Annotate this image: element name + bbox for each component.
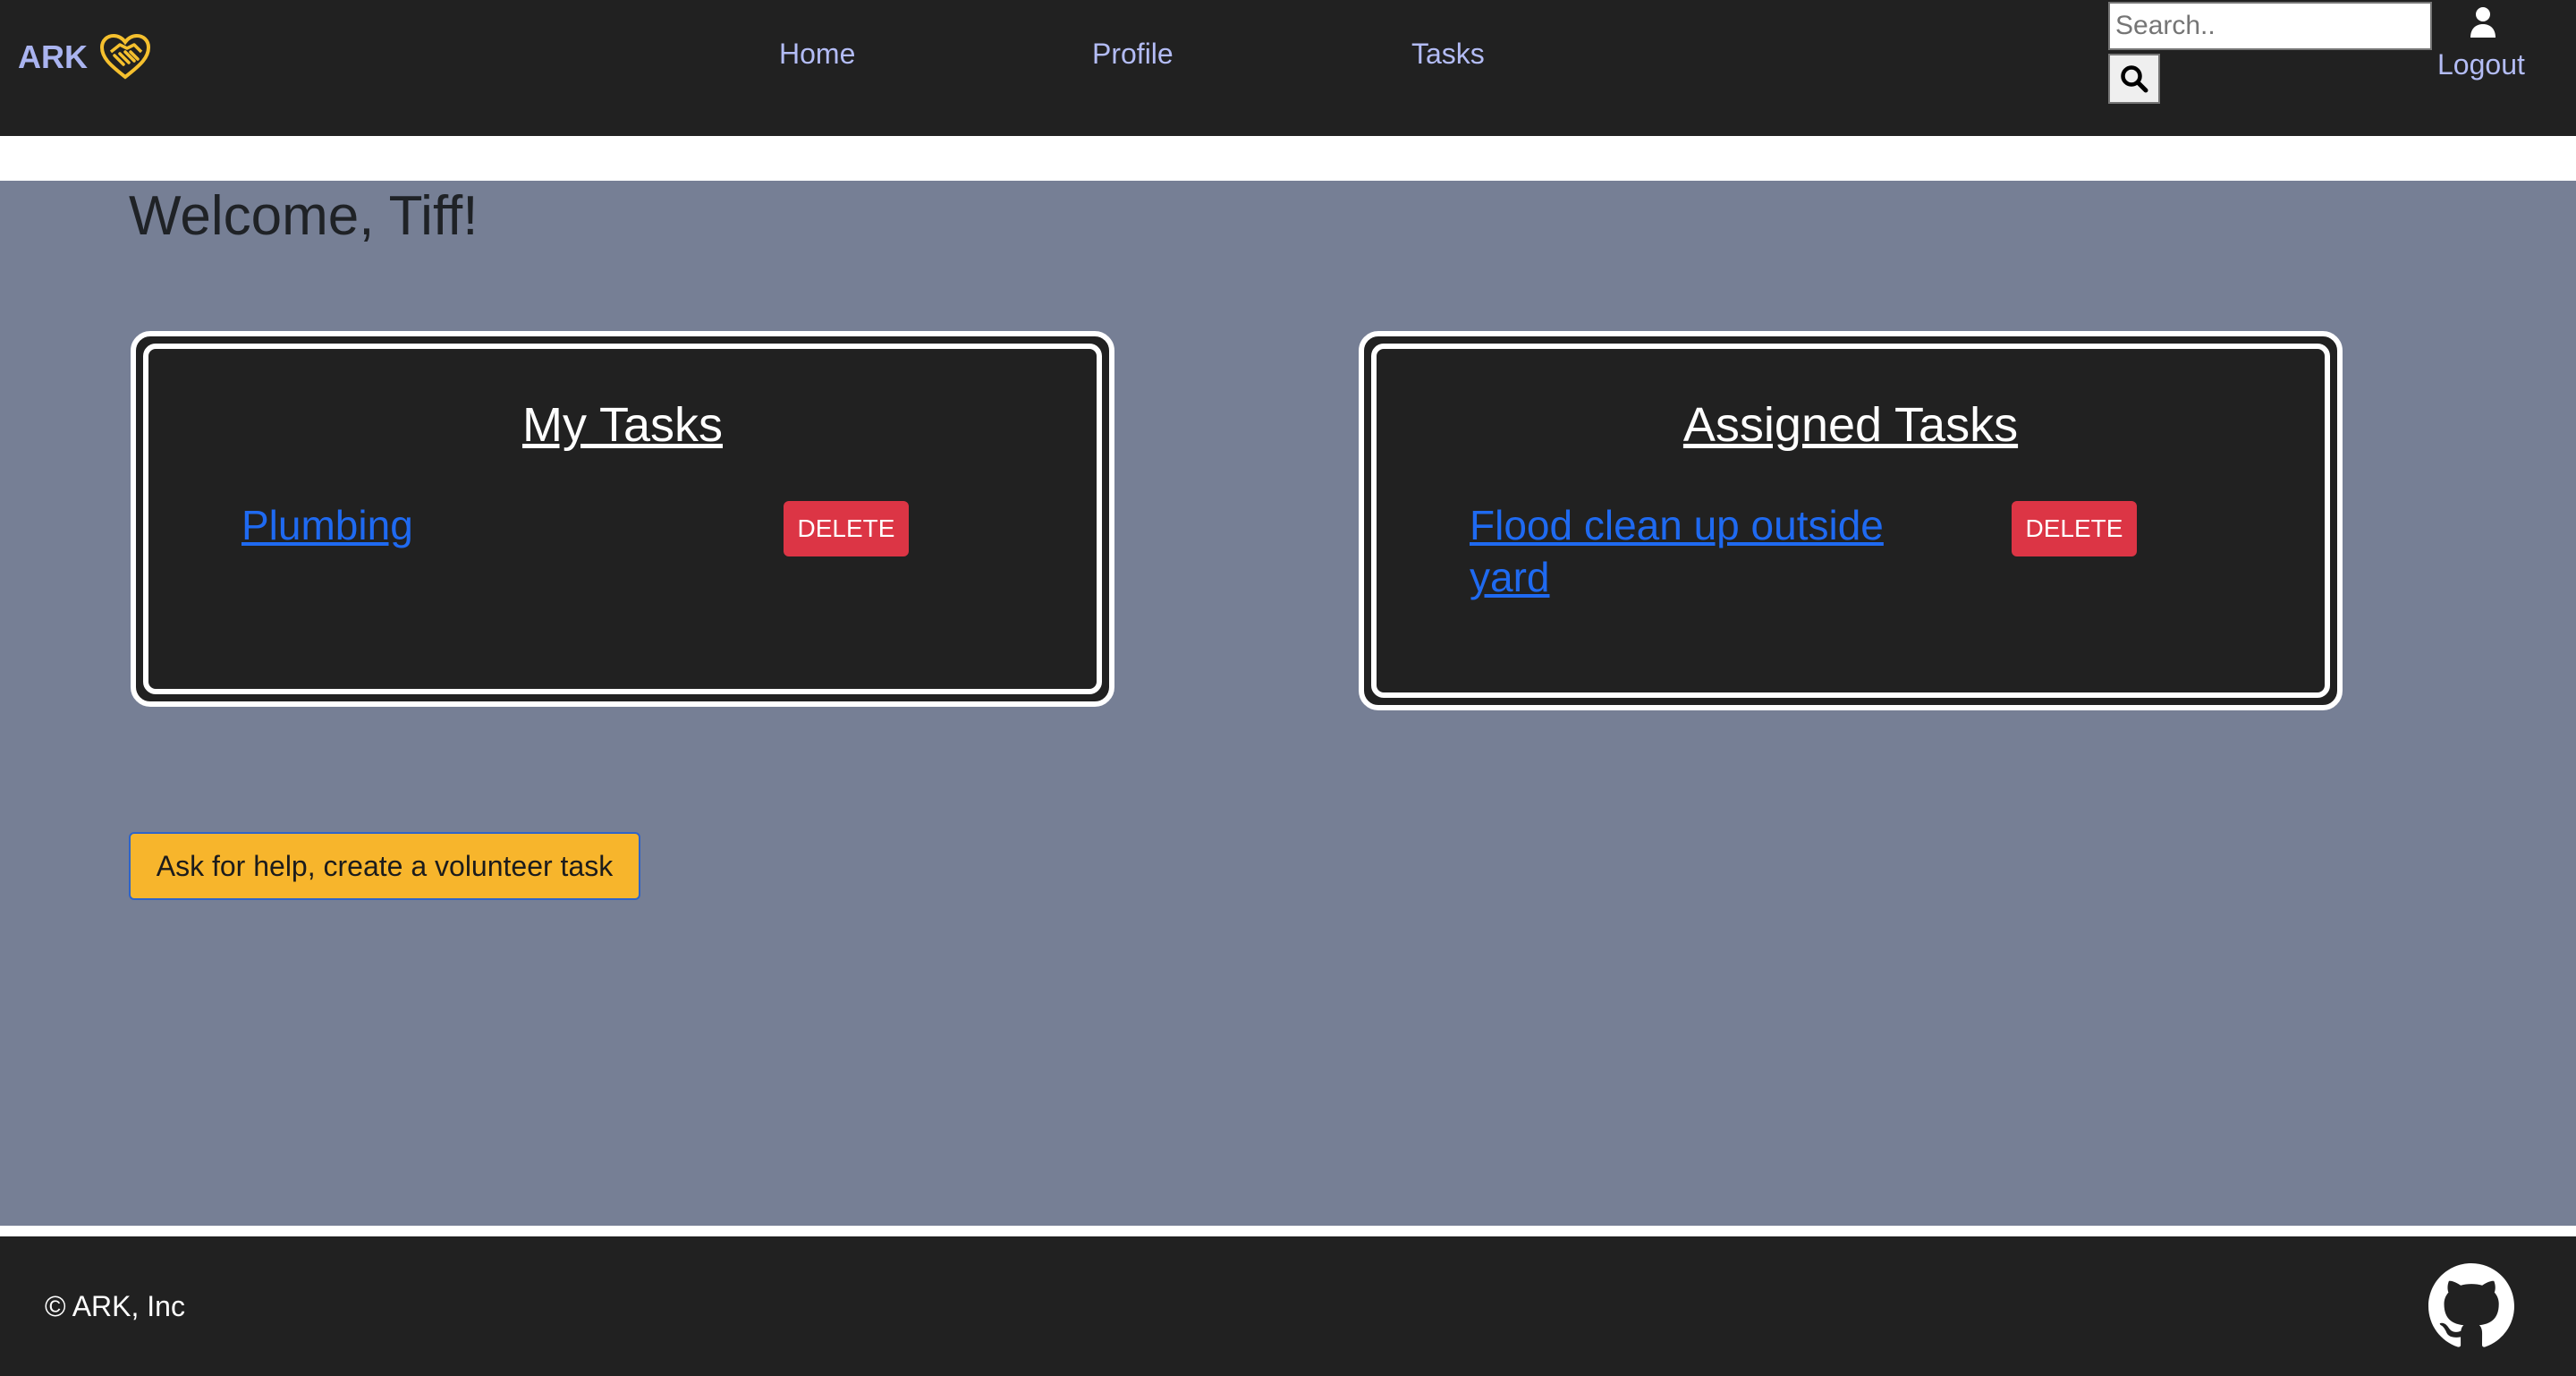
my-tasks-title: My Tasks (521, 398, 724, 452)
task-link-flood-cleanup[interactable]: Flood clean up outside yard (1470, 499, 1935, 603)
task-link-plumbing[interactable]: Plumbing (242, 499, 413, 551)
navbar: ARK Home Profile Tasks Logout (0, 0, 2576, 136)
assigned-tasks-title: Assigned Tasks (1682, 398, 2019, 452)
delete-task-button[interactable]: DELETE (784, 501, 909, 556)
create-volunteer-task-button[interactable]: Ask for help, create a volunteer task (129, 832, 640, 900)
footer: © ARK, Inc (0, 1236, 2576, 1376)
main-content: Welcome, Tiff! My Tasks Plumbing DELETE … (0, 181, 2576, 1226)
delete-task-button[interactable]: DELETE (2012, 501, 2137, 556)
github-icon[interactable] (2428, 1263, 2514, 1349)
brand-link[interactable]: ARK (18, 30, 150, 84)
nav-link-profile[interactable]: Profile (1092, 34, 1174, 73)
nav-link-tasks[interactable]: Tasks (1411, 34, 1485, 73)
welcome-heading: Welcome, Tiff! (129, 185, 479, 247)
my-tasks-card: My Tasks Plumbing DELETE (131, 331, 1114, 707)
search-button[interactable] (2108, 54, 2160, 104)
copyright-text: © ARK, Inc (45, 1290, 185, 1322)
assigned-tasks-card: Assigned Tasks Flood clean up outside ya… (1359, 331, 2343, 710)
search-icon (2121, 65, 2148, 93)
logout-link[interactable]: Logout (2437, 45, 2525, 84)
brand-name: ARK (18, 38, 88, 75)
nav-link-home[interactable]: Home (779, 34, 855, 73)
user-icon (2470, 7, 2496, 38)
heart-handshake-icon (100, 34, 150, 80)
search-input[interactable] (2108, 2, 2432, 50)
